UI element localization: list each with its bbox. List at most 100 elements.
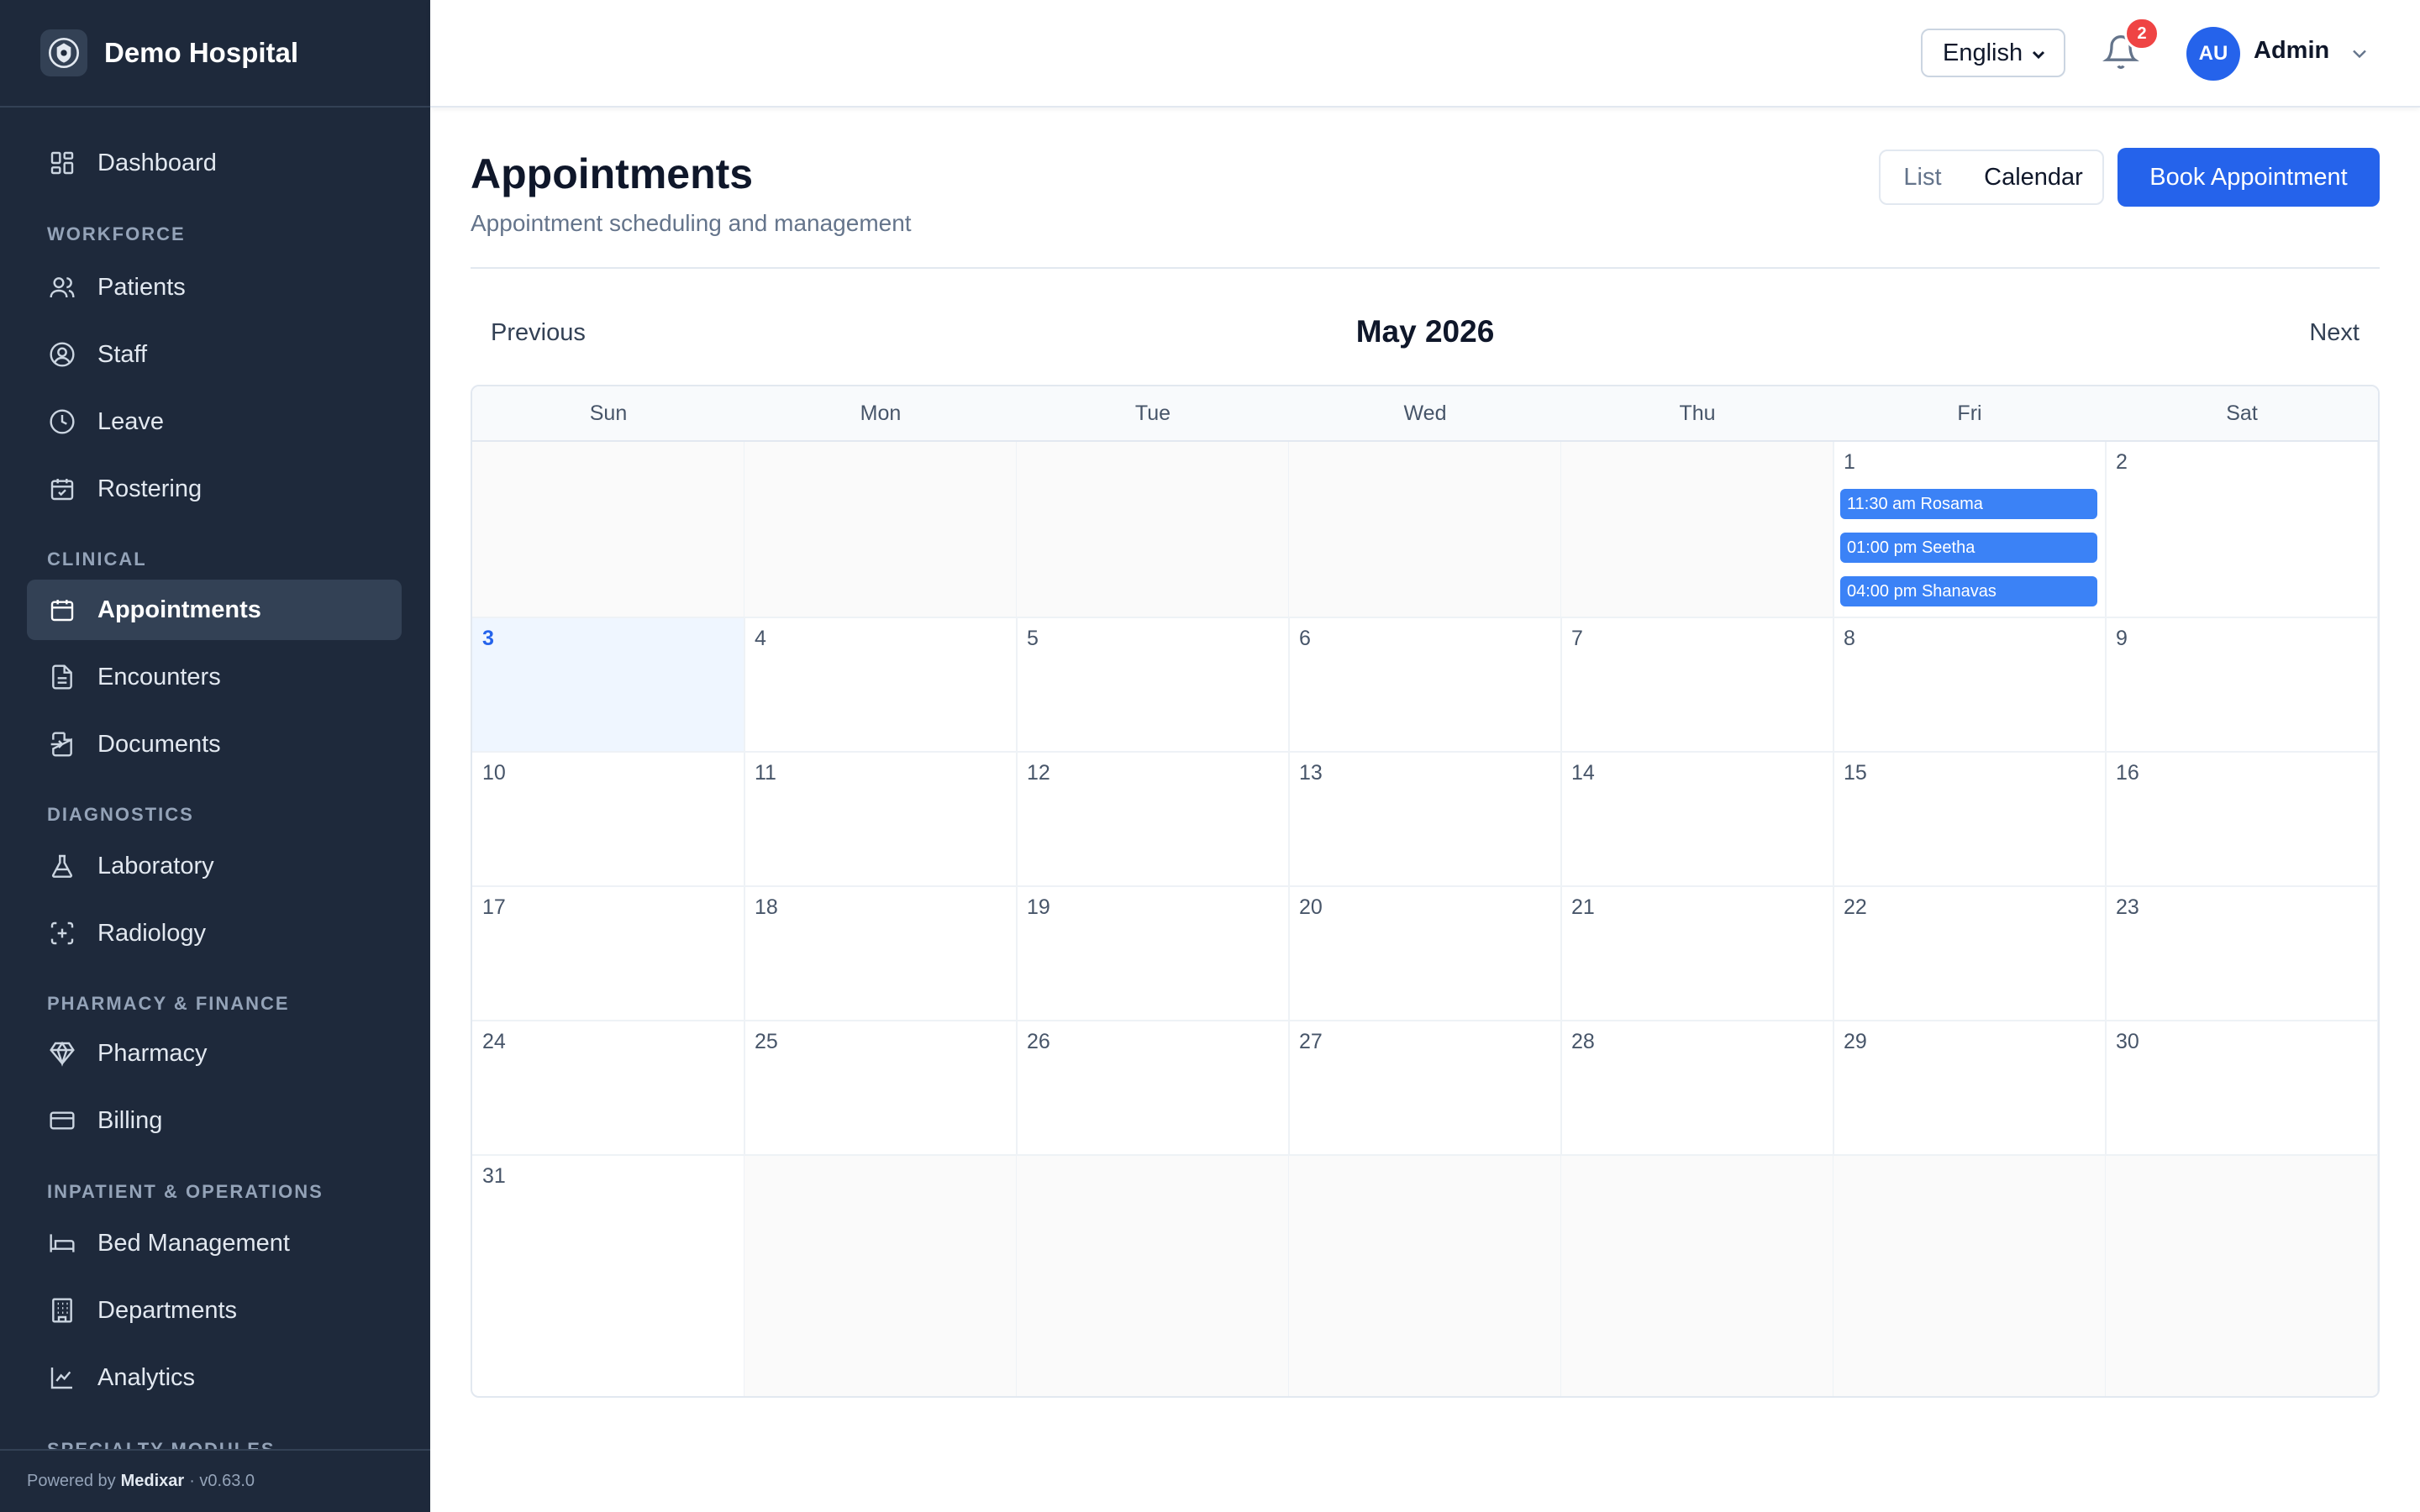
calendar-day-6[interactable]: 6 xyxy=(1289,618,1562,753)
day-number: 17 xyxy=(482,895,506,919)
credit-card-icon xyxy=(47,1105,77,1136)
day-number: 26 xyxy=(1027,1030,1050,1053)
day-number: 23 xyxy=(2116,895,2139,919)
calendar-day-23[interactable]: 23 xyxy=(2106,887,2378,1021)
calendar-day-1[interactable]: 1 11:30 am Rosama 01:00 pm Seetha 04:00 pm … xyxy=(1833,442,2107,618)
next-month-button[interactable]: Next xyxy=(2309,319,2360,347)
day-number: 7 xyxy=(1571,627,1583,650)
calendar-day-19[interactable]: 19 xyxy=(1017,887,1290,1021)
users-icon xyxy=(47,272,77,302)
book-appointment-button[interactable]: Book Appointment xyxy=(2118,148,2380,207)
sidebar-item-appointments[interactable]: Appointments xyxy=(27,580,402,640)
chevron-down-icon xyxy=(2028,44,2049,71)
divider xyxy=(471,267,2380,269)
calendar-day-18[interactable]: 18 xyxy=(744,887,1018,1021)
calendar-day-17[interactable]: 17 xyxy=(472,887,745,1021)
sidebar-item-pharmacy[interactable]: Pharmacy xyxy=(27,1023,402,1084)
day-number: 22 xyxy=(1844,895,1867,919)
section-workforce: WORKFORCE xyxy=(47,223,186,244)
day-number: 15 xyxy=(1844,761,1867,785)
file-import-icon xyxy=(47,729,77,759)
calendar-day-14[interactable]: 14 xyxy=(1561,753,1834,887)
sidebar-item-label: Radiology xyxy=(97,919,206,947)
calendar-day-16[interactable]: 16 xyxy=(2106,753,2378,887)
sidebar-item-label: Dashboard xyxy=(97,149,217,176)
sidebar-item-rostering[interactable]: Rostering xyxy=(27,459,402,519)
day-number: 4 xyxy=(755,627,766,650)
list-view-button[interactable]: List xyxy=(1881,151,1965,203)
day-number: 3 xyxy=(482,627,494,650)
calendar-day-22[interactable]: 22 xyxy=(1833,887,2107,1021)
sidebar-item-staff[interactable]: Staff xyxy=(27,324,402,385)
chevron-down-icon[interactable] xyxy=(2348,42,2371,70)
calendar-day-25[interactable]: 25 xyxy=(744,1021,1018,1156)
calendar-day-20[interactable]: 20 xyxy=(1289,887,1562,1021)
day-number: 16 xyxy=(2116,761,2139,785)
calendar-day-27[interactable]: 27 xyxy=(1289,1021,1562,1156)
sidebar-item-analytics[interactable]: Analytics xyxy=(27,1347,402,1408)
weekday-mon: Mon xyxy=(860,401,902,425)
sidebar-item-label: Appointments xyxy=(97,596,261,623)
calendar-day-21[interactable]: 21 xyxy=(1561,887,1834,1021)
calendar-empty-cell xyxy=(744,1156,1018,1396)
calendar-day-4[interactable]: 4 xyxy=(744,618,1018,753)
sidebar-item-label: Leave xyxy=(97,407,165,435)
calendar-day-30[interactable]: 30 xyxy=(2106,1021,2378,1156)
user-name[interactable]: Admin xyxy=(2254,37,2329,65)
calendar-day-7[interactable]: 7 xyxy=(1561,618,1834,753)
sidebar-item-bed-management[interactable]: Bed Management xyxy=(27,1213,402,1273)
calendar-day-11[interactable]: 11 xyxy=(744,753,1018,887)
appointment-event[interactable]: 04:00 pm Shanavas xyxy=(1840,576,2097,606)
calendar-day-12[interactable]: 12 xyxy=(1017,753,1290,887)
calendar-empty-cell xyxy=(1833,1156,2107,1396)
calendar-month-label: May 2026 xyxy=(1355,314,1495,349)
calendar-day-29[interactable]: 29 xyxy=(1833,1021,2107,1156)
brand[interactable]: Demo Hospital xyxy=(0,0,430,108)
calendar-day-28[interactable]: 28 xyxy=(1561,1021,1834,1156)
avatar[interactable]: AU xyxy=(2186,27,2240,81)
calendar-day-13[interactable]: 13 xyxy=(1289,753,1562,887)
calendar-day-2[interactable]: 2 xyxy=(2106,442,2378,618)
weekday-sat: Sat xyxy=(2226,401,2258,425)
calendar-empty-cell xyxy=(2106,1156,2378,1396)
sidebar-item-billing[interactable]: Billing xyxy=(27,1090,402,1151)
section-clinical: CLINICAL xyxy=(47,549,147,570)
calendar-day-3[interactable]: 3 xyxy=(472,618,745,753)
day-number: 25 xyxy=(755,1030,778,1053)
sidebar-item-documents[interactable]: Documents xyxy=(27,714,402,774)
sidebar-item-leave[interactable]: Leave xyxy=(27,391,402,452)
day-number: 30 xyxy=(2116,1030,2139,1053)
calendar-day-8[interactable]: 8 xyxy=(1833,618,2107,753)
grid-icon xyxy=(47,148,77,178)
calendar-day-24[interactable]: 24 xyxy=(472,1021,745,1156)
calendar-day-5[interactable]: 5 xyxy=(1017,618,1290,753)
appointment-event[interactable]: 11:30 am Rosama xyxy=(1840,489,2097,519)
main-content: Appointments Appointment scheduling and … xyxy=(471,108,2380,1512)
weekday-thu: Thu xyxy=(1679,401,1716,425)
sidebar-item-encounters[interactable]: Encounters xyxy=(27,647,402,707)
sidebar-item-dashboard[interactable]: Dashboard xyxy=(27,133,402,193)
calendar-day-15[interactable]: 15 xyxy=(1833,753,2107,887)
calendar-day-10[interactable]: 10 xyxy=(472,753,745,887)
calendar-empty-cell xyxy=(1017,442,1290,618)
section-pharmacy-finance: PHARMACY & FINANCE xyxy=(47,993,290,1014)
sidebar-item-patients[interactable]: Patients xyxy=(27,257,402,318)
sidebar-item-departments[interactable]: Departments xyxy=(27,1280,402,1341)
calendar-day-26[interactable]: 26 xyxy=(1017,1021,1290,1156)
calendar-day-31[interactable]: 31 xyxy=(472,1156,745,1396)
sidebar-item-laboratory[interactable]: Laboratory xyxy=(27,836,402,896)
footer-version: · v0.63.0 xyxy=(189,1472,255,1490)
day-number: 18 xyxy=(755,895,778,919)
sidebar-item-radiology[interactable]: Radiology xyxy=(27,903,402,963)
sidebar-nav: Dashboard WORKFORCE Patients Staff Leave… xyxy=(0,108,430,1449)
appointment-event[interactable]: 01:00 pm Seetha xyxy=(1840,533,2097,563)
calendar-empty-cell xyxy=(1561,442,1834,618)
sidebar-item-label: Encounters xyxy=(97,663,221,690)
top-header: English 2 AU Admin xyxy=(430,0,2420,108)
language-select[interactable]: English xyxy=(1921,29,2065,77)
day-number: 29 xyxy=(1844,1030,1867,1053)
calendar-view-button[interactable]: Calendar xyxy=(1965,151,2102,203)
day-number: 19 xyxy=(1027,895,1050,919)
calendar-day-9[interactable]: 9 xyxy=(2106,618,2378,753)
calendar-empty-cell xyxy=(744,442,1018,618)
